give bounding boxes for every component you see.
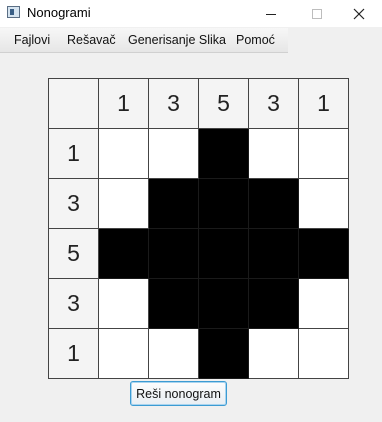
column-clue: 3 bbox=[149, 79, 199, 129]
nonogram-grid: 1353113531 bbox=[48, 78, 349, 379]
grid-cell-filled[interactable] bbox=[149, 229, 199, 279]
grid-cell-empty[interactable] bbox=[149, 329, 199, 379]
grid-cell-filled[interactable] bbox=[149, 179, 199, 229]
column-clue: 1 bbox=[99, 79, 149, 129]
grid-cell-filled[interactable] bbox=[249, 279, 299, 329]
row-clue: 3 bbox=[49, 279, 99, 329]
row-clue: 5 bbox=[49, 229, 99, 279]
grid-cell-filled[interactable] bbox=[249, 229, 299, 279]
grid-cell-empty[interactable] bbox=[299, 179, 349, 229]
column-clue: 3 bbox=[249, 79, 299, 129]
maximize-button[interactable] bbox=[294, 0, 340, 27]
menu-generisanje-slika[interactable]: Generisanje Slika bbox=[128, 33, 226, 47]
grid-cell-empty[interactable] bbox=[299, 129, 349, 179]
grid-cell-empty[interactable] bbox=[99, 279, 149, 329]
grid-cell-empty[interactable] bbox=[249, 129, 299, 179]
grid-cell-empty[interactable] bbox=[99, 179, 149, 229]
grid-cell-empty[interactable] bbox=[299, 329, 349, 379]
column-clue: 1 bbox=[299, 79, 349, 129]
window-app-icon bbox=[7, 6, 20, 18]
menu-pomoc[interactable]: Pomoć bbox=[236, 33, 275, 47]
grid-cell-filled[interactable] bbox=[149, 279, 199, 329]
close-icon bbox=[353, 8, 365, 19]
grid-cell-empty[interactable] bbox=[149, 129, 199, 179]
grid-cell-filled[interactable] bbox=[199, 329, 249, 379]
grid-cell-empty[interactable] bbox=[299, 279, 349, 329]
grid-cell-filled[interactable] bbox=[199, 279, 249, 329]
solve-nonogram-button[interactable]: Reši nonogram bbox=[130, 381, 227, 406]
grid-cell-empty[interactable] bbox=[99, 329, 149, 379]
row-clue: 3 bbox=[49, 179, 99, 229]
menu-resavac[interactable]: Rešavač bbox=[67, 33, 116, 47]
minimize-icon bbox=[266, 13, 276, 15]
title-bar: Nonogrami bbox=[0, 0, 382, 27]
window-title: Nonogrami bbox=[27, 5, 91, 20]
grid-cell-filled[interactable] bbox=[199, 179, 249, 229]
grid-corner bbox=[49, 79, 99, 129]
menu-bar: Fajlovi Rešavač Generisanje Slika Pomoć bbox=[0, 28, 288, 53]
grid-cell-empty[interactable] bbox=[249, 329, 299, 379]
grid-cell-empty[interactable] bbox=[99, 129, 149, 179]
grid-cell-filled[interactable] bbox=[199, 229, 249, 279]
close-button[interactable] bbox=[336, 0, 382, 27]
menu-fajlovi[interactable]: Fajlovi bbox=[14, 33, 50, 47]
grid-cell-filled[interactable] bbox=[99, 229, 149, 279]
row-clue: 1 bbox=[49, 129, 99, 179]
maximize-icon bbox=[312, 8, 322, 19]
grid-cell-filled[interactable] bbox=[199, 129, 249, 179]
column-clue: 5 bbox=[199, 79, 249, 129]
row-clue: 1 bbox=[49, 329, 99, 379]
minimize-button[interactable] bbox=[248, 0, 294, 27]
grid-cell-filled[interactable] bbox=[299, 229, 349, 279]
grid-cell-filled[interactable] bbox=[249, 179, 299, 229]
